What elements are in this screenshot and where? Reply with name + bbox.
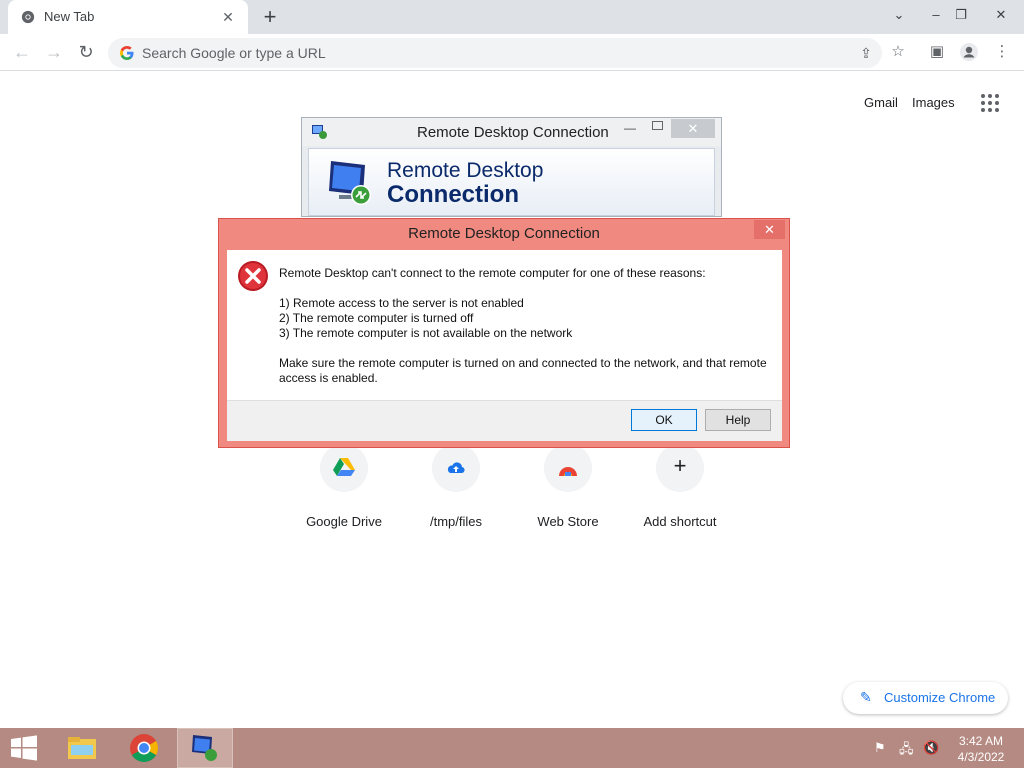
action-center-flag-icon[interactable]: ⚑ <box>874 740 886 756</box>
close-icon[interactable]: ✕ <box>671 119 715 138</box>
rdc-taskbar-button[interactable] <box>177 728 233 768</box>
error-dialog: Remote Desktop Connection ✕ Remote Deskt… <box>218 218 790 448</box>
chrome-taskbar-button[interactable] <box>117 728 173 768</box>
forward-icon[interactable]: → <box>42 40 66 64</box>
banner-line1: Remote Desktop <box>387 159 544 182</box>
file-explorer-taskbar-button[interactable] <box>56 728 112 768</box>
taskbar-clock[interactable]: 3:42 AM 4/3/2022 <box>952 733 1010 765</box>
profile-icon[interactable] <box>958 41 980 63</box>
ok-button[interactable]: OK <box>631 409 697 431</box>
star-icon[interactable]: ☆ <box>887 41 909 63</box>
dialog-title: Remote Desktop Connection <box>408 225 600 242</box>
error-reason-3: 3) The remote computer is not available … <box>279 326 573 340</box>
rdc-taskbar-icon <box>192 735 217 761</box>
error-icon <box>238 261 268 291</box>
shortcut-label: Google Drive <box>306 514 382 529</box>
error-reason-2: 2) The remote computer is turned off <box>279 311 474 325</box>
dialog-body: Remote Desktop can't connect to the remo… <box>227 250 782 400</box>
shortcut-tmp-files[interactable]: /tmp/files <box>400 440 512 529</box>
gmail-link[interactable]: Gmail <box>864 95 898 110</box>
shortcut-web-store[interactable]: Web Store <box>512 440 624 529</box>
rdc-logo-icon <box>329 161 371 205</box>
new-tab-icon[interactable]: + <box>258 6 282 30</box>
rdc-window: Remote Desktop Connection — ✕ Remote Des… <box>301 117 722 217</box>
windows-logo-icon <box>11 735 37 761</box>
rdc-banner: Remote Desktop Connection <box>308 148 715 216</box>
folder-icon <box>68 737 96 759</box>
back-icon[interactable]: ← <box>10 40 34 64</box>
omnibox-placeholder: Search Google or type a URL <box>142 45 326 61</box>
network-icon[interactable]: 🖧 <box>899 740 914 762</box>
reload-icon[interactable]: ↻ <box>74 40 98 64</box>
banner-line2: Connection <box>387 181 519 208</box>
tab-title: New Tab <box>44 9 95 24</box>
minimize-icon[interactable]: – <box>925 4 947 26</box>
rdc-title: Remote Desktop Connection <box>417 124 609 141</box>
shortcut-label: Add shortcut <box>643 514 717 529</box>
error-reason-1: 1) Remote access to the server is not en… <box>279 296 524 310</box>
error-message-line: Remote Desktop can't connect to the remo… <box>279 266 706 280</box>
restore-icon[interactable]: ❐ <box>950 4 972 26</box>
google-drive-icon <box>320 444 368 492</box>
volume-muted-icon[interactable]: 🔇 <box>923 740 939 756</box>
images-link[interactable]: Images <box>912 95 955 110</box>
chevron-down-icon[interactable]: ⌄ <box>888 4 910 26</box>
error-advice-line2: access is enabled. <box>279 371 378 385</box>
google-g-icon <box>120 46 134 60</box>
close-icon[interactable]: ✕ <box>990 4 1012 26</box>
tab-close-icon[interactable]: ✕ <box>220 9 236 25</box>
cloud-upload-icon <box>432 444 480 492</box>
share-icon[interactable]: ⇪ <box>856 43 876 63</box>
customize-chrome-button[interactable]: ✎ Customize Chrome <box>843 682 1008 714</box>
dialog-footer: OK Help <box>227 400 782 441</box>
rdc-titlebar[interactable]: Remote Desktop Connection — ✕ <box>302 118 721 146</box>
screen: New Tab ✕ + ⌄ – ❐ ✕ ← → ↻ Search Google … <box>0 0 1024 768</box>
shortcut-label: /tmp/files <box>429 514 482 529</box>
web-store-icon <box>544 444 592 492</box>
shortcut-google-drive[interactable]: Google Drive <box>288 440 400 529</box>
clock-date: 4/3/2022 <box>957 750 1005 764</box>
minimize-icon[interactable]: — <box>624 121 636 135</box>
chrome-favicon <box>21 10 35 24</box>
tab-new-tab[interactable]: New Tab ✕ <box>8 0 248 34</box>
browser-toolbar: ← → ↻ Search Google or type a URL ⇪ ☆ ▣ … <box>0 34 1024 71</box>
shortcut-label: Web Store <box>537 514 599 529</box>
start-button[interactable] <box>0 728 48 768</box>
error-advice-line1: Make sure the remote computer is turned … <box>279 356 767 370</box>
close-icon[interactable]: ✕ <box>754 220 785 239</box>
taskbar: ⚑ 🖧 🔇 3:42 AM 4/3/2022 <box>0 728 1024 768</box>
apps-grid-icon[interactable] <box>981 94 999 112</box>
rdc-app-icon <box>312 125 327 139</box>
chrome-icon <box>130 734 158 762</box>
omnibox[interactable]: Search Google or type a URL ⇪ <box>108 38 882 68</box>
kebab-menu-icon[interactable]: ⋮ <box>991 41 1013 63</box>
customize-label: Customize Chrome <box>884 690 996 705</box>
maximize-icon[interactable] <box>652 121 663 130</box>
shortcut-add[interactable]: + Add shortcut <box>624 440 736 529</box>
help-button[interactable]: Help <box>705 409 771 431</box>
plus-icon: + <box>656 444 704 492</box>
pencil-icon: ✎ <box>860 689 872 705</box>
clock-time: 3:42 AM <box>958 734 1004 748</box>
tab-strip: New Tab ✕ + ⌄ – ❐ ✕ <box>0 0 1024 34</box>
side-panel-icon[interactable]: ▣ <box>926 41 948 63</box>
